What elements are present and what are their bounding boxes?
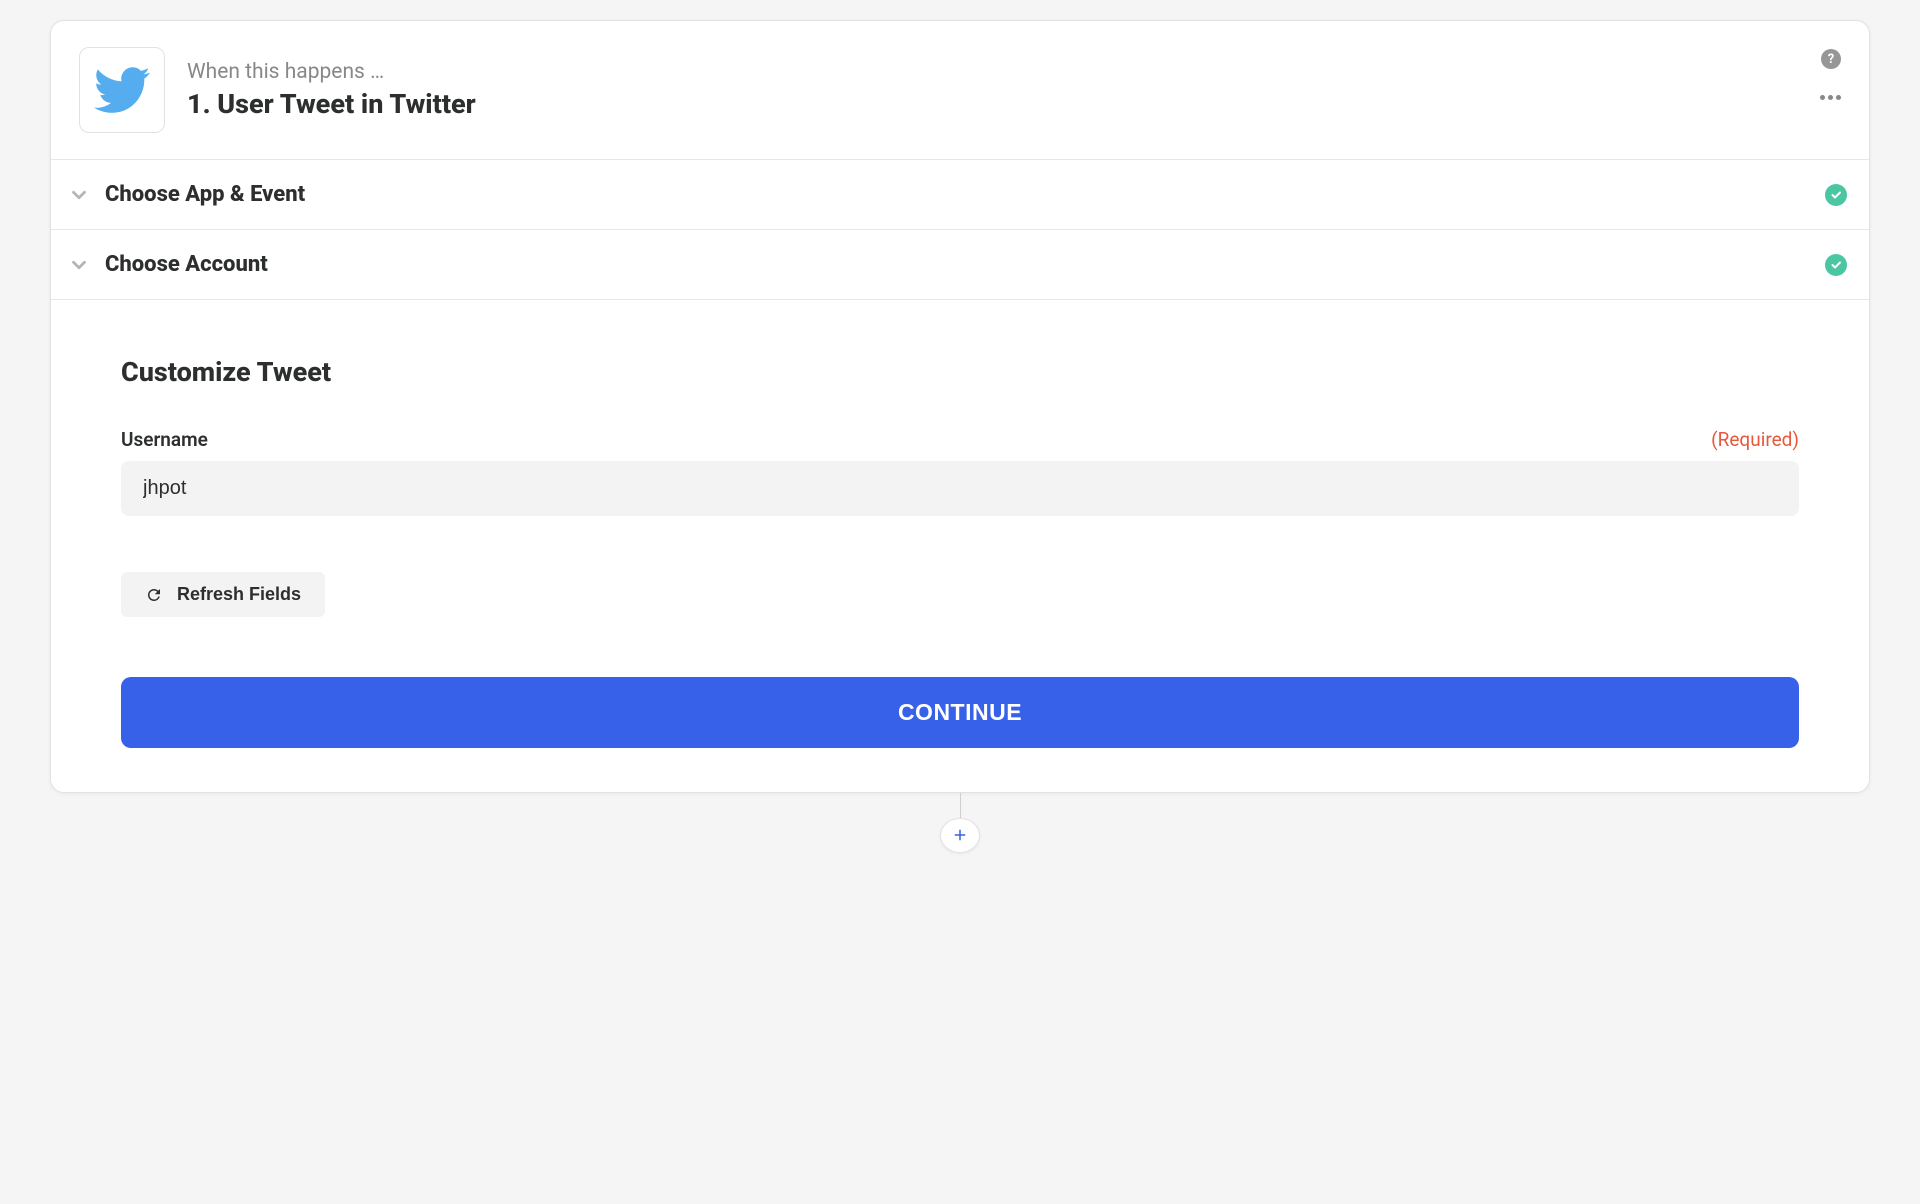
check-complete-icon [1825,184,1847,206]
chevron-down-icon [67,253,91,277]
step-header: When this happens … 1. User Tweet in Twi… [51,21,1869,160]
customize-body: Customize Tweet Username (Required) Refr… [51,300,1869,792]
chevron-down-icon [67,183,91,207]
refresh-label: Refresh Fields [177,584,301,605]
section-choose-app-event[interactable]: Choose App & Event [51,160,1869,230]
check-complete-icon [1825,254,1847,276]
continue-button[interactable]: CONTINUE [121,677,1799,748]
trigger-step-card: When this happens … 1. User Tweet in Twi… [50,20,1870,793]
field-header: Username (Required) [121,428,1799,451]
section-label: Choose Account [105,252,268,277]
section-label: Choose App & Event [105,182,305,207]
twitter-icon [94,62,150,118]
header-actions: ? [1820,49,1841,100]
header-text: When this happens … 1. User Tweet in Twi… [187,60,476,120]
add-step-button[interactable] [940,818,980,853]
plus-icon [951,826,969,844]
more-menu-icon[interactable] [1820,95,1841,100]
connector-line [960,793,961,818]
help-icon[interactable]: ? [1821,49,1841,69]
step-subtitle: When this happens … [187,60,476,84]
step-title: 1. User Tweet in Twitter [187,88,476,120]
required-label: (Required) [1711,428,1799,451]
refresh-fields-button[interactable]: Refresh Fields [121,572,325,617]
username-label: Username [121,428,208,451]
step-connector [50,793,1870,853]
section-choose-account[interactable]: Choose Account [51,230,1869,300]
refresh-icon [145,586,163,604]
app-icon-twitter [79,47,165,133]
customize-title: Customize Tweet [121,356,1799,388]
username-input[interactable] [121,461,1799,516]
